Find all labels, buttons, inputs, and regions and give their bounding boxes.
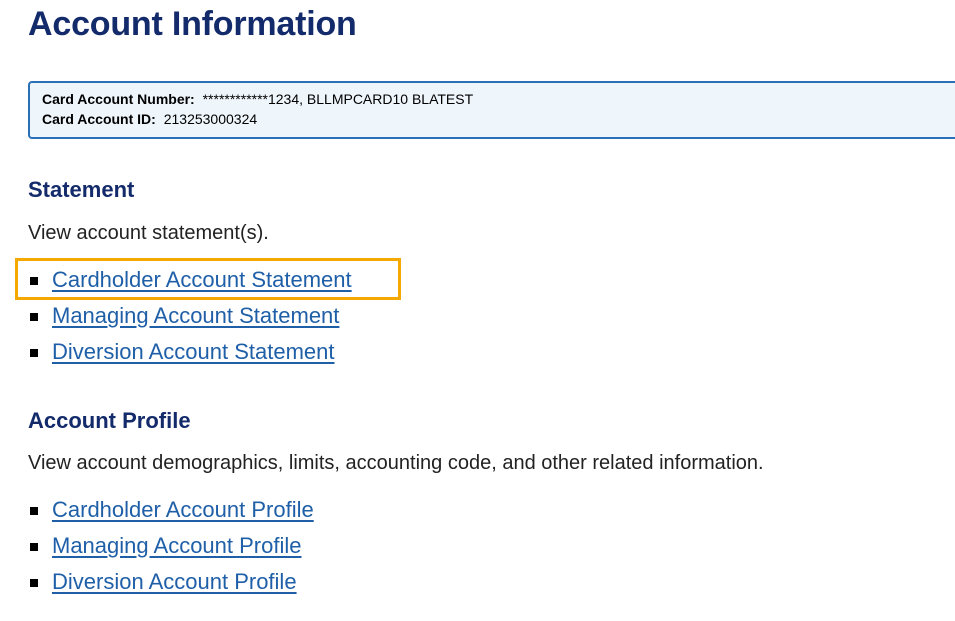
bullet-icon [30, 543, 38, 551]
account-info-box: Card Account Number: ************1234, B… [28, 81, 955, 139]
bullet-icon [30, 507, 38, 515]
bullet-icon [30, 349, 38, 357]
list-item: Diversion Account Profile [28, 564, 314, 600]
managing-account-profile-link[interactable]: Managing Account Profile [52, 533, 302, 558]
card-account-id-value: 213253000324 [163, 111, 258, 127]
diversion-account-profile-link[interactable]: Diversion Account Profile [52, 569, 297, 594]
profile-links: Cardholder Account Profile Managing Acco… [28, 492, 314, 600]
statement-heading: Statement [28, 177, 135, 202]
statement-links: Cardholder Account Statement Managing Ac… [28, 262, 352, 370]
list-item: Managing Account Profile [28, 528, 314, 564]
list-item: Diversion Account Statement [28, 334, 352, 370]
list-item: Cardholder Account Statement [28, 262, 352, 298]
cardholder-account-profile-link[interactable]: Cardholder Account Profile [52, 497, 314, 522]
card-account-number-row: Card Account Number: ************1234, B… [42, 89, 955, 109]
card-account-id-label: Card Account ID: [42, 111, 156, 127]
bullet-icon [30, 277, 38, 285]
bullet-icon [30, 579, 38, 587]
diversion-account-statement-link[interactable]: Diversion Account Statement [52, 339, 334, 364]
managing-account-statement-link[interactable]: Managing Account Statement [52, 303, 339, 328]
card-account-number-value: ************1234, BLLMPCARD10 BLATEST [202, 91, 474, 107]
list-item: Managing Account Statement [28, 298, 352, 334]
card-account-id-row: Card Account ID: 213253000324 [42, 109, 955, 129]
statement-description: View account statement(s). [28, 222, 269, 244]
cardholder-account-statement-link[interactable]: Cardholder Account Statement [52, 267, 352, 292]
account-profile-description: View account demographics, limits, accou… [28, 452, 764, 474]
list-item: Cardholder Account Profile [28, 492, 314, 528]
account-profile-heading: Account Profile [28, 408, 191, 433]
bullet-icon [30, 313, 38, 321]
card-account-number-label: Card Account Number: [42, 91, 195, 107]
page-title: Account Information [28, 5, 357, 43]
